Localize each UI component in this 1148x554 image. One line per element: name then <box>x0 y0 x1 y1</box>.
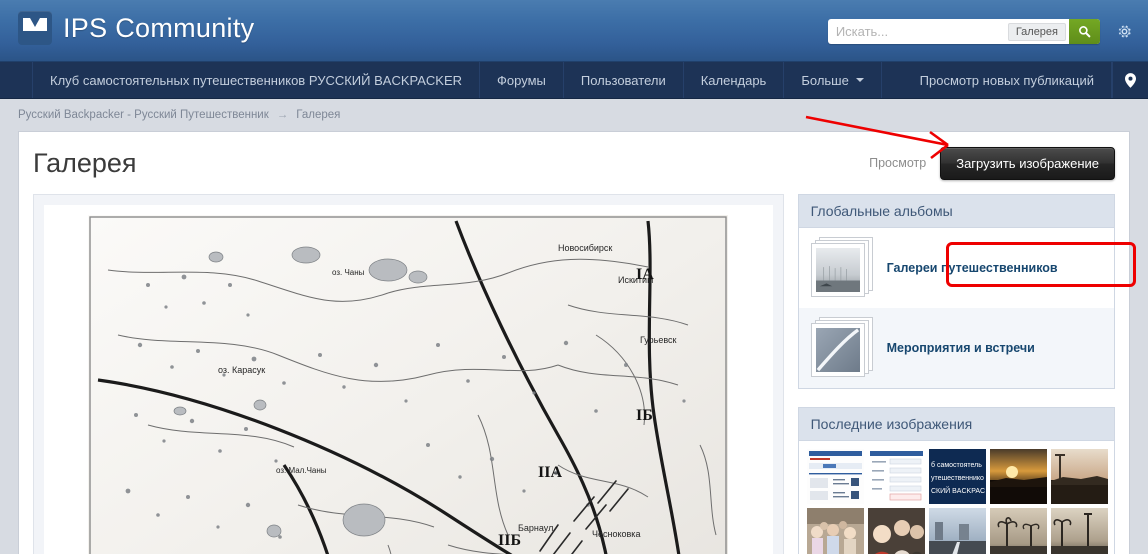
svg-text:СКИЙ BACKPAC: СКИЙ BACKPAC <box>931 486 985 495</box>
svg-text:IБ: IБ <box>636 407 653 424</box>
nav-item-label: Пользователи <box>580 72 666 88</box>
latest-image-thumb[interactable] <box>989 508 1047 554</box>
global-albums-list: Галереи путешественников Мероприятия и в… <box>797 228 1115 389</box>
album-thumbnail <box>810 237 875 299</box>
nav-item-label: Просмотр новых публикаций <box>919 72 1094 88</box>
search-input[interactable] <box>827 19 1008 44</box>
latest-image-thumb[interactable]: б самостоятель утешественнико СКИЙ BACKP… <box>928 449 986 504</box>
svg-text:Новосибирск: Новосибирск <box>558 243 612 253</box>
page-title: Галерея <box>33 147 137 178</box>
latest-image-thumb[interactable] <box>867 449 925 504</box>
banner-screenshot-thumbnail-icon: б самостоятель утешественнико СКИЙ BACKP… <box>928 449 986 504</box>
nav-item-more[interactable]: Больше <box>784 62 882 98</box>
nav-item-label: Больше <box>801 72 849 88</box>
album-title: Мероприятия и встречи <box>886 341 1035 355</box>
site-header: IPS Community Галерея <box>0 0 1148 62</box>
latest-image-thumb[interactable] <box>1050 508 1108 554</box>
breadcrumb-root[interactable]: Русский Backpacker - Русский Путешествен… <box>18 109 269 121</box>
nav-item-label: Форумы <box>497 72 546 88</box>
svg-text:IА: IА <box>636 266 654 283</box>
svg-text:утешественнико: утешественнико <box>931 475 984 482</box>
latest-image-thumb[interactable] <box>928 508 986 554</box>
nav-item-new-content[interactable]: Просмотр новых публикаций <box>903 62 1112 98</box>
breadcrumb-current[interactable]: Галерея <box>296 109 340 121</box>
view-link[interactable]: Просмотр <box>869 156 926 170</box>
svg-text:оз. Чаны: оз. Чаны <box>332 268 365 277</box>
latest-image-thumb[interactable] <box>1050 449 1108 504</box>
svg-text:оз. Карасук: оз. Карасук <box>218 365 265 375</box>
global-albums-panel: Глобальные альбомы Галереи путешественни… <box>797 194 1115 389</box>
group-portrait-thumbnail-icon <box>867 508 925 554</box>
ips-v-logo-icon <box>18 11 52 45</box>
main-column: Славгород Кулунда Павлодар оз. Карасук Н… <box>33 194 784 554</box>
content-area: Галерея Просмотр Загрузить изображение о… <box>18 131 1130 554</box>
chevron-down-icon <box>855 78 864 82</box>
svg-text:оз. Мал.Чаны: оз. Мал.Чаны <box>276 466 327 475</box>
page-body: Русский Backpacker - Русский Путешествен… <box>0 99 1148 554</box>
svg-text:Гурьевск: Гурьевск <box>640 335 677 345</box>
site-logo[interactable]: IPS Community <box>18 11 254 45</box>
album-title: Галереи путешественников <box>886 261 1058 275</box>
nav-item-forums[interactable]: Форумы <box>480 62 564 98</box>
latest-image-thumb[interactable] <box>806 508 864 554</box>
nav-item-label: Клуб самостоятельных путешественников РУ… <box>50 72 463 88</box>
nav-item-label: Календарь <box>700 72 767 88</box>
page-actions: Просмотр Загрузить изображение <box>869 146 1115 180</box>
album-item-events[interactable]: Мероприятия и встречи <box>798 308 1114 388</box>
crowd-photo-thumbnail-icon <box>806 508 864 554</box>
city-dusk-photo-thumbnail-icon <box>1050 449 1108 504</box>
photo-preview-icon <box>815 248 860 292</box>
nav-item-users[interactable]: Пользователи <box>564 62 684 98</box>
screenshot-thumbnail-icon <box>806 449 864 504</box>
global-albums-heading: Глобальные альбомы <box>797 194 1115 228</box>
primary-navigation: Клуб самостоятельных путешественников РУ… <box>0 62 1148 99</box>
svg-text:б самостоятель: б самостоятель <box>931 461 982 469</box>
album-item-travellers[interactable]: Галереи путешественников <box>799 228 1114 308</box>
latest-image-thumb[interactable] <box>989 449 1047 504</box>
latest-image-thumb[interactable] <box>806 449 864 504</box>
map-illustration: Славгород Кулунда Павлодар оз. Карасук Н… <box>88 215 729 554</box>
gallery-map-image[interactable]: Славгород Кулунда Павлодар оз. Карасук Н… <box>88 215 729 554</box>
latest-images-panel: Последние изображения б самостоятель уте… <box>797 407 1115 554</box>
search-filter-badge[interactable]: Галерея <box>1007 22 1066 41</box>
palm-road-photo-thumbnail-icon <box>989 508 1047 554</box>
latest-images-grid: б самостоятель утешественнико СКИЙ BACKP… <box>797 441 1115 554</box>
sunset-photo-thumbnail-icon <box>989 449 1047 504</box>
search-bar[interactable]: Галерея <box>827 19 1100 44</box>
settings-button[interactable] <box>1114 21 1134 41</box>
brand-name: IPS Community <box>63 12 255 43</box>
album-thumbnail <box>810 317 875 379</box>
map-pin-icon <box>1125 72 1136 88</box>
photo-preview-icon <box>815 328 860 372</box>
sidebar: Глобальные альбомы Галереи путешественни… <box>797 194 1115 554</box>
breadcrumb-arrow-icon: → <box>276 109 289 121</box>
nav-item-club[interactable]: Клуб самостоятельных путешественников РУ… <box>32 62 481 98</box>
nav-right-group: Просмотр новых публикаций <box>903 62 1148 98</box>
form-screenshot-thumbnail-icon <box>867 449 925 504</box>
page-header-row: Галерея Просмотр Загрузить изображение <box>19 132 1129 194</box>
latest-image-thumb[interactable] <box>867 508 925 554</box>
featured-image-frame: Славгород Кулунда Павлодар оз. Карасук Н… <box>44 205 773 554</box>
road-photo-thumbnail-icon <box>928 508 986 554</box>
svg-text:Чесноковка: Чесноковка <box>592 529 640 539</box>
svg-text:IIБ: IIБ <box>498 532 521 549</box>
search-icon <box>1079 26 1091 38</box>
two-column-layout: Славгород Кулунда Павлодар оз. Карасук Н… <box>19 194 1129 554</box>
featured-image-panel: Славгород Кулунда Павлодар оз. Карасук Н… <box>33 194 784 554</box>
palm-street-photo-thumbnail-icon <box>1050 508 1108 554</box>
svg-text:IIА: IIА <box>538 464 562 481</box>
gear-icon <box>1118 25 1131 37</box>
nav-item-calendar[interactable]: Календарь <box>684 62 785 98</box>
search-button[interactable] <box>1069 19 1100 44</box>
svg-text:Барнаул: Барнаул <box>518 523 553 533</box>
latest-images-heading: Последние изображения <box>797 407 1115 441</box>
nav-item-location[interactable] <box>1112 62 1148 98</box>
upload-image-button[interactable]: Загрузить изображение <box>940 146 1115 180</box>
breadcrumb: Русский Backpacker - Русский Путешествен… <box>18 109 340 121</box>
